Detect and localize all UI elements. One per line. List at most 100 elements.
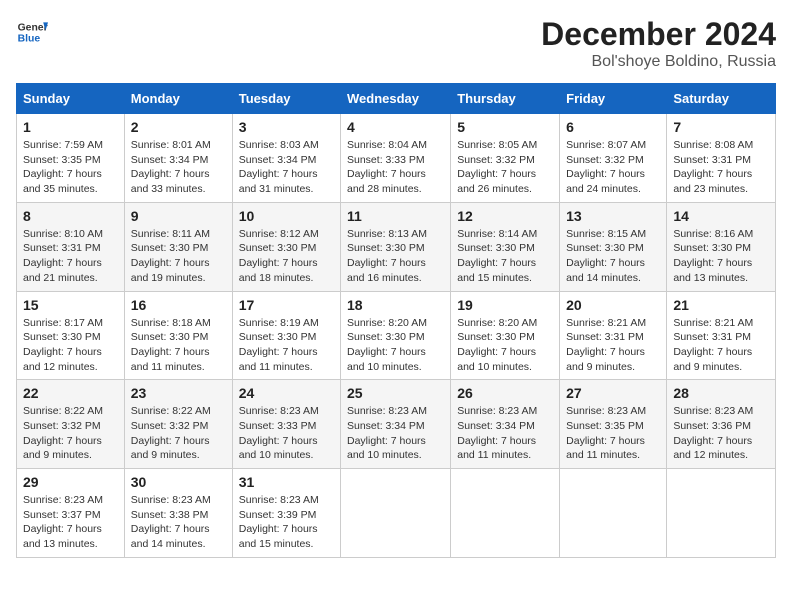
- calendar-cell: 26 Sunrise: 8:23 AM Sunset: 3:34 PM Dayl…: [451, 380, 560, 469]
- calendar-week-row: 29 Sunrise: 8:23 AM Sunset: 3:37 PM Dayl…: [17, 469, 776, 558]
- calendar-cell: 17 Sunrise: 8:19 AM Sunset: 3:30 PM Dayl…: [232, 291, 340, 380]
- day-info: Sunrise: 8:23 AM Sunset: 3:34 PM Dayligh…: [347, 404, 444, 463]
- calendar-cell: 2 Sunrise: 8:01 AM Sunset: 3:34 PM Dayli…: [124, 114, 232, 203]
- day-info: Sunrise: 8:08 AM Sunset: 3:31 PM Dayligh…: [673, 138, 769, 197]
- day-info: Sunrise: 8:15 AM Sunset: 3:30 PM Dayligh…: [566, 227, 660, 286]
- calendar-cell: 30 Sunrise: 8:23 AM Sunset: 3:38 PM Dayl…: [124, 469, 232, 558]
- day-number: 27: [566, 385, 660, 401]
- day-info: Sunrise: 8:23 AM Sunset: 3:35 PM Dayligh…: [566, 404, 660, 463]
- day-number: 26: [457, 385, 553, 401]
- day-info: Sunrise: 8:03 AM Sunset: 3:34 PM Dayligh…: [239, 138, 334, 197]
- weekday-header: Friday: [560, 84, 667, 114]
- calendar-week-row: 1 Sunrise: 7:59 AM Sunset: 3:35 PM Dayli…: [17, 114, 776, 203]
- day-number: 30: [131, 474, 226, 490]
- calendar-cell: 5 Sunrise: 8:05 AM Sunset: 3:32 PM Dayli…: [451, 114, 560, 203]
- weekday-header: Thursday: [451, 84, 560, 114]
- calendar-cell: 10 Sunrise: 8:12 AM Sunset: 3:30 PM Dayl…: [232, 202, 340, 291]
- day-info: Sunrise: 8:23 AM Sunset: 3:34 PM Dayligh…: [457, 404, 553, 463]
- day-number: 24: [239, 385, 334, 401]
- calendar-cell: 27 Sunrise: 8:23 AM Sunset: 3:35 PM Dayl…: [560, 380, 667, 469]
- day-info: Sunrise: 8:18 AM Sunset: 3:30 PM Dayligh…: [131, 316, 226, 375]
- calendar-cell: 25 Sunrise: 8:23 AM Sunset: 3:34 PM Dayl…: [341, 380, 451, 469]
- day-info: Sunrise: 8:17 AM Sunset: 3:30 PM Dayligh…: [23, 316, 118, 375]
- day-number: 20: [566, 297, 660, 313]
- day-number: 3: [239, 119, 334, 135]
- calendar-cell: 21 Sunrise: 8:21 AM Sunset: 3:31 PM Dayl…: [667, 291, 776, 380]
- day-number: 6: [566, 119, 660, 135]
- calendar-cell: 16 Sunrise: 8:18 AM Sunset: 3:30 PM Dayl…: [124, 291, 232, 380]
- day-info: Sunrise: 8:23 AM Sunset: 3:38 PM Dayligh…: [131, 493, 226, 552]
- logo: General Blue: [16, 16, 48, 48]
- day-info: Sunrise: 8:22 AM Sunset: 3:32 PM Dayligh…: [131, 404, 226, 463]
- day-number: 19: [457, 297, 553, 313]
- calendar-cell: 14 Sunrise: 8:16 AM Sunset: 3:30 PM Dayl…: [667, 202, 776, 291]
- calendar-week-row: 15 Sunrise: 8:17 AM Sunset: 3:30 PM Dayl…: [17, 291, 776, 380]
- day-info: Sunrise: 8:05 AM Sunset: 3:32 PM Dayligh…: [457, 138, 553, 197]
- day-info: Sunrise: 8:10 AM Sunset: 3:31 PM Dayligh…: [23, 227, 118, 286]
- calendar-cell: 18 Sunrise: 8:20 AM Sunset: 3:30 PM Dayl…: [341, 291, 451, 380]
- day-number: 15: [23, 297, 118, 313]
- day-number: 7: [673, 119, 769, 135]
- svg-text:Blue: Blue: [18, 34, 41, 45]
- day-info: Sunrise: 8:23 AM Sunset: 3:39 PM Dayligh…: [239, 493, 334, 552]
- day-info: Sunrise: 8:23 AM Sunset: 3:36 PM Dayligh…: [673, 404, 769, 463]
- day-info: Sunrise: 8:11 AM Sunset: 3:30 PM Dayligh…: [131, 227, 226, 286]
- day-info: Sunrise: 8:22 AM Sunset: 3:32 PM Dayligh…: [23, 404, 118, 463]
- day-number: 8: [23, 208, 118, 224]
- day-number: 10: [239, 208, 334, 224]
- day-number: 4: [347, 119, 444, 135]
- weekday-header-row: SundayMondayTuesdayWednesdayThursdayFrid…: [17, 84, 776, 114]
- day-number: 2: [131, 119, 226, 135]
- svg-text:General: General: [18, 22, 48, 33]
- day-number: 13: [566, 208, 660, 224]
- calendar-cell: 3 Sunrise: 8:03 AM Sunset: 3:34 PM Dayli…: [232, 114, 340, 203]
- day-info: Sunrise: 8:16 AM Sunset: 3:30 PM Dayligh…: [673, 227, 769, 286]
- calendar-cell: 15 Sunrise: 8:17 AM Sunset: 3:30 PM Dayl…: [17, 291, 125, 380]
- calendar-table: SundayMondayTuesdayWednesdayThursdayFrid…: [16, 83, 776, 558]
- day-number: 25: [347, 385, 444, 401]
- calendar-cell: 6 Sunrise: 8:07 AM Sunset: 3:32 PM Dayli…: [560, 114, 667, 203]
- calendar-cell: 1 Sunrise: 7:59 AM Sunset: 3:35 PM Dayli…: [17, 114, 125, 203]
- month-title: December 2024: [541, 16, 776, 53]
- day-info: Sunrise: 8:23 AM Sunset: 3:37 PM Dayligh…: [23, 493, 118, 552]
- day-info: Sunrise: 8:04 AM Sunset: 3:33 PM Dayligh…: [347, 138, 444, 197]
- day-info: Sunrise: 8:21 AM Sunset: 3:31 PM Dayligh…: [566, 316, 660, 375]
- day-number: 9: [131, 208, 226, 224]
- day-number: 18: [347, 297, 444, 313]
- calendar-cell: [341, 469, 451, 558]
- calendar-cell: 28 Sunrise: 8:23 AM Sunset: 3:36 PM Dayl…: [667, 380, 776, 469]
- day-number: 28: [673, 385, 769, 401]
- day-number: 31: [239, 474, 334, 490]
- day-info: Sunrise: 8:13 AM Sunset: 3:30 PM Dayligh…: [347, 227, 444, 286]
- weekday-header: Tuesday: [232, 84, 340, 114]
- calendar-cell: 31 Sunrise: 8:23 AM Sunset: 3:39 PM Dayl…: [232, 469, 340, 558]
- day-info: Sunrise: 8:23 AM Sunset: 3:33 PM Dayligh…: [239, 404, 334, 463]
- calendar-cell: 19 Sunrise: 8:20 AM Sunset: 3:30 PM Dayl…: [451, 291, 560, 380]
- calendar-cell: 13 Sunrise: 8:15 AM Sunset: 3:30 PM Dayl…: [560, 202, 667, 291]
- day-number: 29: [23, 474, 118, 490]
- day-info: Sunrise: 8:20 AM Sunset: 3:30 PM Dayligh…: [457, 316, 553, 375]
- day-info: Sunrise: 8:14 AM Sunset: 3:30 PM Dayligh…: [457, 227, 553, 286]
- day-info: Sunrise: 8:01 AM Sunset: 3:34 PM Dayligh…: [131, 138, 226, 197]
- day-info: Sunrise: 8:12 AM Sunset: 3:30 PM Dayligh…: [239, 227, 334, 286]
- day-number: 23: [131, 385, 226, 401]
- title-block: December 2024 Bol'shoye Boldino, Russia: [541, 16, 776, 71]
- day-number: 16: [131, 297, 226, 313]
- day-info: Sunrise: 7:59 AM Sunset: 3:35 PM Dayligh…: [23, 138, 118, 197]
- weekday-header: Sunday: [17, 84, 125, 114]
- calendar-week-row: 8 Sunrise: 8:10 AM Sunset: 3:31 PM Dayli…: [17, 202, 776, 291]
- day-number: 5: [457, 119, 553, 135]
- calendar-cell: 7 Sunrise: 8:08 AM Sunset: 3:31 PM Dayli…: [667, 114, 776, 203]
- weekday-header: Wednesday: [341, 84, 451, 114]
- page-header: General Blue December 2024 Bol'shoye Bol…: [16, 16, 776, 71]
- location: Bol'shoye Boldino, Russia: [541, 53, 776, 71]
- calendar-cell: 23 Sunrise: 8:22 AM Sunset: 3:32 PM Dayl…: [124, 380, 232, 469]
- calendar-cell: 4 Sunrise: 8:04 AM Sunset: 3:33 PM Dayli…: [341, 114, 451, 203]
- calendar-cell: 22 Sunrise: 8:22 AM Sunset: 3:32 PM Dayl…: [17, 380, 125, 469]
- calendar-cell: 24 Sunrise: 8:23 AM Sunset: 3:33 PM Dayl…: [232, 380, 340, 469]
- day-number: 11: [347, 208, 444, 224]
- day-info: Sunrise: 8:20 AM Sunset: 3:30 PM Dayligh…: [347, 316, 444, 375]
- day-number: 21: [673, 297, 769, 313]
- day-number: 22: [23, 385, 118, 401]
- calendar-week-row: 22 Sunrise: 8:22 AM Sunset: 3:32 PM Dayl…: [17, 380, 776, 469]
